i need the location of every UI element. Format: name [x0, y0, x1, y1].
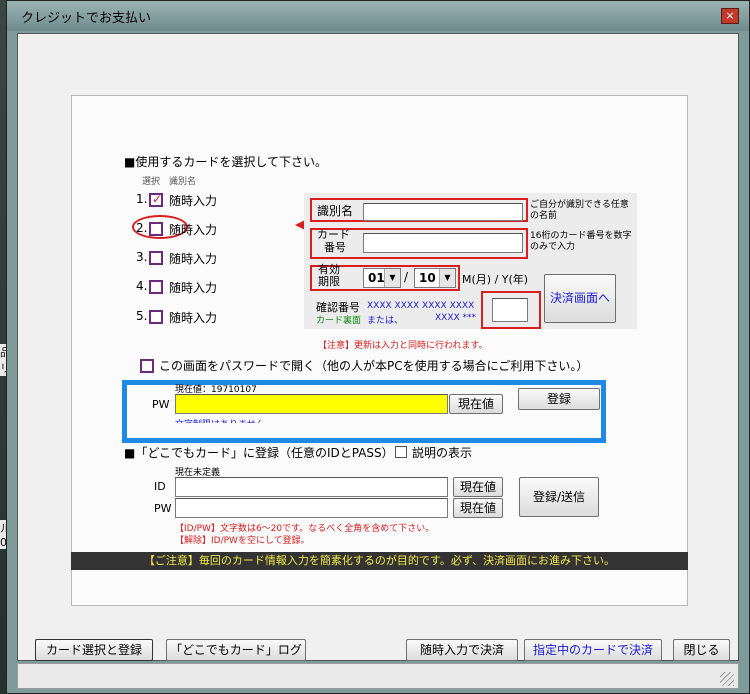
- row-number: 4.: [136, 279, 148, 293]
- anywhere-heading: ■「どこでもカード」に登録（任意のIDとPASS）: [124, 446, 394, 460]
- expiry-year-select[interactable]: 10 ▼: [414, 268, 456, 288]
- confirm-sample-1: XXXX XXXX XXXX XXXX: [367, 301, 475, 311]
- notice-banner: 【ご注意】毎回のカード情報入力を簡素化するのが目的です。必ず、決済画面にお進み下…: [71, 552, 688, 570]
- adhoc-pay-button[interactable]: 随時入力で決済: [406, 639, 518, 661]
- card-select-checkbox-5[interactable]: [149, 310, 163, 324]
- number-label-line1: カード: [317, 228, 350, 241]
- go-to-payment-button[interactable]: 決済画面へ: [544, 274, 616, 323]
- password-current-button[interactable]: 現在値: [449, 394, 503, 414]
- selected-card-pay-button[interactable]: 指定中のカードで決済: [524, 639, 662, 661]
- status-bar: [17, 663, 739, 689]
- number-label-line2: 番号: [324, 241, 346, 254]
- expiry-label-line1: 有効: [318, 263, 340, 276]
- anywhere-login-button[interactable]: 「どこでもカード」ログイン: [166, 639, 306, 677]
- expiry-month-value: 01: [368, 271, 385, 285]
- card-label-3: 随時入力: [169, 252, 218, 266]
- card-name-input[interactable]: [363, 203, 523, 221]
- card-select-checkbox-4[interactable]: [149, 280, 163, 294]
- window-title: クレジットでお支払い: [21, 11, 152, 26]
- expiry-separator: /: [404, 270, 409, 284]
- go-to-payment-label: 決済画面へ: [549, 291, 610, 305]
- resize-grip-icon[interactable]: [720, 672, 734, 686]
- close-button[interactable]: 閉じる: [673, 639, 730, 661]
- column-label-select: 選択: [142, 177, 161, 187]
- card-select-checkbox-3[interactable]: [149, 251, 163, 265]
- card-label-5: 随時入力: [169, 311, 218, 325]
- card-select-checkbox-1[interactable]: [149, 192, 163, 207]
- password-enable-label: この画面をパスワードで開く（他の人が本PCを使用する場合にご利用下さい。）: [159, 359, 589, 373]
- row-number: 3.: [136, 250, 148, 264]
- row-number: 1.: [136, 192, 148, 206]
- expiry-label-line2: 期限: [318, 275, 340, 288]
- section-heading-card-select: ■使用するカードを選択して下さい。: [124, 155, 327, 169]
- expiry-format: M(月) / Y(年): [462, 273, 529, 286]
- anywhere-id-current-button[interactable]: 現在値: [453, 477, 503, 497]
- update-note: 【注意】更新は入力と同時に行われます。: [318, 341, 488, 351]
- password-enable-checkbox[interactable]: [140, 359, 154, 373]
- main-panel: ■使用するカードを選択して下さい。 選択 識別名 1. 随時入力 2. 随時入力…: [71, 95, 688, 606]
- name-label: 識別名: [317, 204, 354, 218]
- anywhere-id-input[interactable]: [175, 477, 448, 497]
- card-label-2: 随時入力: [169, 223, 218, 237]
- close-button-label: 閉じる: [683, 643, 720, 657]
- anywhere-pw-input[interactable]: [175, 498, 448, 518]
- card-select-checkbox-2[interactable]: [149, 222, 163, 236]
- close-window-button[interactable]: ×: [721, 8, 739, 24]
- show-explanation-checkbox[interactable]: [395, 446, 407, 458]
- card-details-area: 識別名 ご自分が識別できる任意の名前 カード 番号 16桁のカード番号を数字のみ…: [304, 193, 637, 329]
- payment-window: クレジットでお支払い × ■使用するカードを選択して下さい。 選択 識別名 1.…: [6, 0, 750, 694]
- selected-card-pay-label: 指定中のカードで決済: [532, 643, 653, 657]
- expiry-month-select[interactable]: 01 ▼: [363, 268, 401, 288]
- row-number: 5.: [136, 309, 148, 323]
- confirm-number-input[interactable]: [492, 298, 528, 322]
- card-label-1: 随時入力: [169, 194, 218, 208]
- client-area: ■使用するカードを選択して下さい。 選択 識別名 1. 随時入力 2. 随時入力…: [17, 33, 739, 677]
- anywhere-register-send-label: 登録/送信: [532, 490, 586, 504]
- title-bar[interactable]: クレジットでお支払い ×: [7, 1, 749, 31]
- row-number: 2.: [136, 221, 148, 235]
- anywhere-pw-current-button[interactable]: 現在値: [453, 498, 503, 518]
- password-current-button-label: 現在値: [457, 397, 494, 411]
- expiry-year-value: 10: [419, 271, 436, 285]
- password-input[interactable]: [175, 394, 448, 414]
- card-back-label: カード裏面: [316, 316, 362, 326]
- adhoc-pay-label: 随時入力で決済: [419, 643, 504, 657]
- card-number-input[interactable]: [363, 233, 523, 253]
- anywhere-id-current-label: 現在値: [459, 480, 496, 494]
- password-hidden-note: 文字制限はありません。: [175, 417, 274, 423]
- confirm-sample-2: XXXX ***: [435, 313, 477, 323]
- card-select-register-label: カード選択と登録: [45, 643, 142, 657]
- number-hint: 16桁のカード番号を数字のみで入力: [530, 231, 632, 252]
- column-label-name: 識別名: [169, 177, 197, 187]
- password-register-button-label: 登録: [546, 392, 571, 406]
- anywhere-register-send-button[interactable]: 登録/送信: [519, 477, 599, 517]
- anywhere-note-clear: 【解除】ID/PWを空にして登録。: [175, 536, 310, 546]
- anywhere-pw-current-label: 現在値: [459, 501, 496, 515]
- password-pw-label: PW: [152, 398, 170, 411]
- or-label: または、: [367, 316, 404, 326]
- password-register-button[interactable]: 登録: [518, 388, 600, 410]
- chevron-down-icon: ▼: [439, 269, 455, 287]
- card-label-4: 随時入力: [169, 281, 218, 295]
- chevron-down-icon: ▼: [384, 269, 400, 287]
- show-explanation-label: 説明の表示: [412, 446, 473, 460]
- name-hint: ご自分が識別できる任意の名前: [530, 200, 629, 221]
- anywhere-id-label: ID: [154, 480, 166, 493]
- card-select-register-button[interactable]: カード選択と登録: [35, 639, 153, 661]
- anywhere-pw-label: PW: [154, 502, 172, 515]
